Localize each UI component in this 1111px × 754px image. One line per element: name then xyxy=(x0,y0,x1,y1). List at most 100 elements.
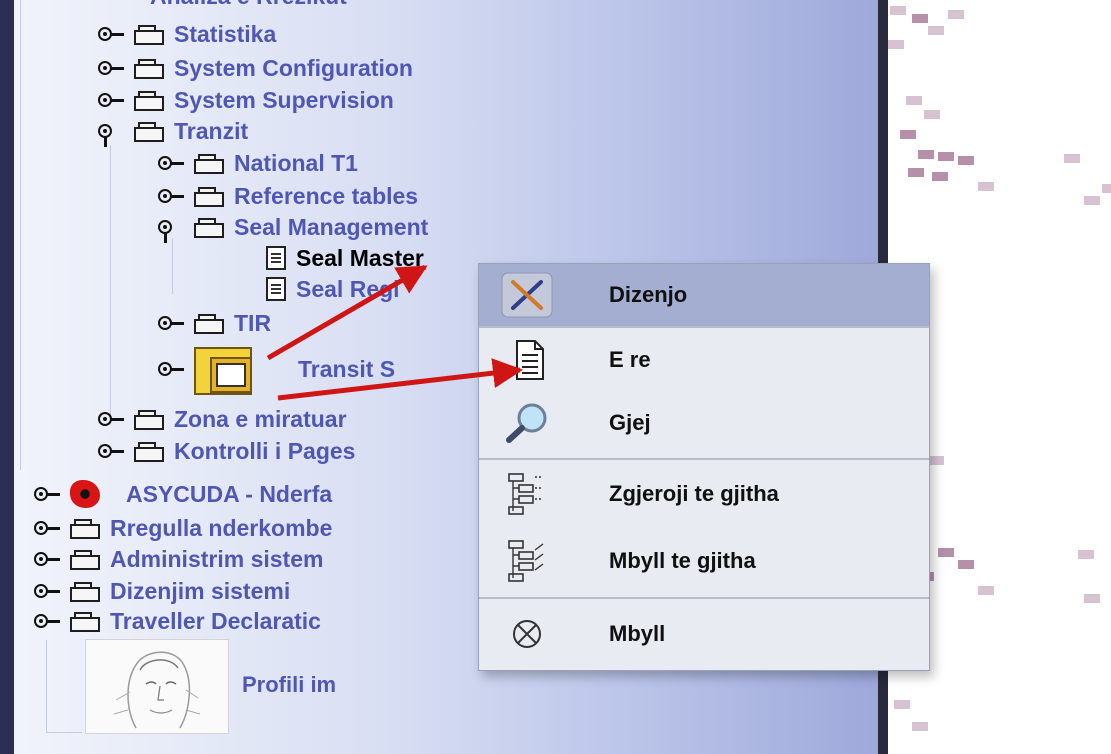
menu-item-mbyll-te-gjitha[interactable]: Mbyll te gjitha xyxy=(479,530,929,592)
collapse-toggle-icon[interactable] xyxy=(98,124,124,147)
tree-guide-line xyxy=(172,238,173,294)
folder-icon xyxy=(70,582,100,602)
folder-icon xyxy=(134,59,164,79)
expand-toggle-icon[interactable] xyxy=(34,584,60,598)
menu-separator xyxy=(479,458,929,460)
tree-node-label: System Configuration xyxy=(174,54,413,81)
tree-node-asycuda[interactable]: ASYCUDA - Nderfa xyxy=(34,478,332,510)
tree-node-dizenjim-sistemi[interactable]: Dizenjim sistemi xyxy=(34,575,290,607)
tree-node-label: Zona e miratuar xyxy=(174,405,347,432)
albania-map-icon xyxy=(70,480,100,508)
tree-node-label: Analiza e Rrezikut xyxy=(150,0,347,10)
menu-item-label: Mbyll xyxy=(609,621,666,646)
menu-separator xyxy=(479,597,929,599)
tree-node-label: Transit S xyxy=(298,355,396,382)
tree-node-label: Traveller Declaratic xyxy=(110,607,321,634)
expand-toggle-icon[interactable] xyxy=(158,189,184,203)
context-menu: Dizenjo E re Gjej Zgjeroji te gjitha Mby… xyxy=(478,263,930,671)
tree-node-label: Seal Regi xyxy=(296,275,400,302)
expand-toggle-icon[interactable] xyxy=(158,362,184,376)
expand-toggle-icon[interactable] xyxy=(98,444,124,458)
tree-node-zona-e-miratuar[interactable]: Zona e miratuar xyxy=(98,403,347,435)
design-tools-icon xyxy=(501,272,553,318)
tree-node-partial: Analiza e Rrezikut xyxy=(150,0,347,12)
expand-toggle-icon[interactable] xyxy=(98,61,124,75)
tree-node-traveller-declaration[interactable]: Traveller Declaratic xyxy=(34,605,321,637)
folder-icon xyxy=(194,154,224,174)
menu-separator xyxy=(479,326,929,328)
tree-node-label: TIR xyxy=(234,309,272,336)
menu-item-label: Mbyll te gjitha xyxy=(609,548,756,573)
tree-node-seal-management[interactable]: Seal Management xyxy=(158,211,428,243)
collapse-toggle-icon[interactable] xyxy=(158,220,184,243)
menu-item-label: E re xyxy=(609,347,651,372)
folder-icon xyxy=(70,612,100,632)
tree-node-tranzit[interactable]: Tranzit xyxy=(98,115,248,147)
tree-node-label: ASYCUDA - Nderfa xyxy=(126,480,333,507)
folder-icon xyxy=(134,91,164,111)
tree-node-label: Dizenjim sistemi xyxy=(110,577,291,604)
tree-node-tir[interactable]: TIR xyxy=(158,307,271,339)
folder-icon xyxy=(194,314,224,334)
close-circle-icon xyxy=(513,620,541,648)
new-document-icon xyxy=(516,340,544,380)
tree-node-reference-tables[interactable]: Reference tables xyxy=(158,180,418,212)
profile-label[interactable]: Profili im xyxy=(242,672,336,698)
tree-node-label: National T1 xyxy=(234,149,358,176)
tree-node-label: Kontrolli i Pages xyxy=(174,437,356,464)
expand-toggle-icon[interactable] xyxy=(158,156,184,170)
menu-item-mbyll[interactable]: Mbyll xyxy=(479,601,929,667)
expand-toggle-icon[interactable] xyxy=(98,93,124,107)
expand-toggle-icon[interactable] xyxy=(158,316,184,330)
tree-node-label: Rregulla nderkombe xyxy=(110,514,333,541)
tree-node-statistika[interactable]: Statistika xyxy=(98,18,276,50)
tree-node-label: Statistika xyxy=(174,20,277,47)
tree-guide-line xyxy=(46,640,82,733)
tree-node-label: Administrim sistem xyxy=(110,545,324,572)
menu-item-gjej[interactable]: Gjej xyxy=(479,392,929,454)
expand-toggle-icon[interactable] xyxy=(34,614,60,628)
folder-icon xyxy=(70,519,100,539)
expand-toggle-icon[interactable] xyxy=(98,27,124,41)
expand-toggle-icon[interactable] xyxy=(34,552,60,566)
tree-node-label: Tranzit xyxy=(174,117,249,144)
tree-guide-line xyxy=(20,0,21,470)
expand-all-icon xyxy=(508,473,543,515)
tree-node-transit-system[interactable]: Transit S xyxy=(158,337,395,401)
tree-node-national-t1[interactable]: National T1 xyxy=(158,147,358,179)
tree-node-label: System Supervision xyxy=(174,86,394,113)
tree-guide-line xyxy=(110,145,111,425)
document-icon xyxy=(266,246,286,270)
profile-avatar[interactable] xyxy=(85,639,229,734)
expand-toggle-icon[interactable] xyxy=(34,521,60,535)
menu-item-dizenjo[interactable]: Dizenjo xyxy=(479,264,929,326)
expand-toggle-icon[interactable] xyxy=(98,412,124,426)
search-magnifier-icon xyxy=(506,403,547,443)
folder-icon xyxy=(134,442,164,462)
folder-icon xyxy=(194,218,224,238)
document-icon xyxy=(266,277,286,301)
collapse-all-icon xyxy=(508,540,544,582)
expand-toggle-icon[interactable] xyxy=(34,487,60,501)
folder-icon xyxy=(134,410,164,430)
menu-item-label: Gjej xyxy=(609,410,651,435)
menu-item-label: Zgjeroji te gjitha xyxy=(609,481,779,506)
tree-node-label: Seal Master xyxy=(296,244,424,271)
folder-printer-icon xyxy=(194,343,258,395)
tree-node-seal-register[interactable]: Seal Regi xyxy=(266,273,400,305)
folder-icon xyxy=(134,25,164,45)
tree-node-label: Reference tables xyxy=(234,182,419,209)
tree-node-administrim-sistemi[interactable]: Administrim sistem xyxy=(34,543,323,575)
tree-node-kontrolli-i-pages[interactable]: Kontrolli i Pages xyxy=(98,435,355,467)
tree-node-system-configuration[interactable]: System Configuration xyxy=(98,52,413,84)
menu-item-e-re[interactable]: E re xyxy=(479,330,929,390)
folder-icon xyxy=(70,550,100,570)
folder-icon xyxy=(134,122,164,142)
folder-icon xyxy=(194,187,224,207)
tree-node-rregulla-nderkombetare[interactable]: Rregulla nderkombe xyxy=(34,512,332,544)
tree-node-label: Seal Management xyxy=(234,213,429,240)
tree-node-seal-master[interactable]: Seal Master xyxy=(266,242,424,274)
menu-item-label: Dizenjo xyxy=(609,282,688,307)
tree-node-system-supervision[interactable]: System Supervision xyxy=(98,84,394,116)
menu-item-zgjeroji-te-gjitha[interactable]: Zgjeroji te gjitha xyxy=(479,462,929,526)
